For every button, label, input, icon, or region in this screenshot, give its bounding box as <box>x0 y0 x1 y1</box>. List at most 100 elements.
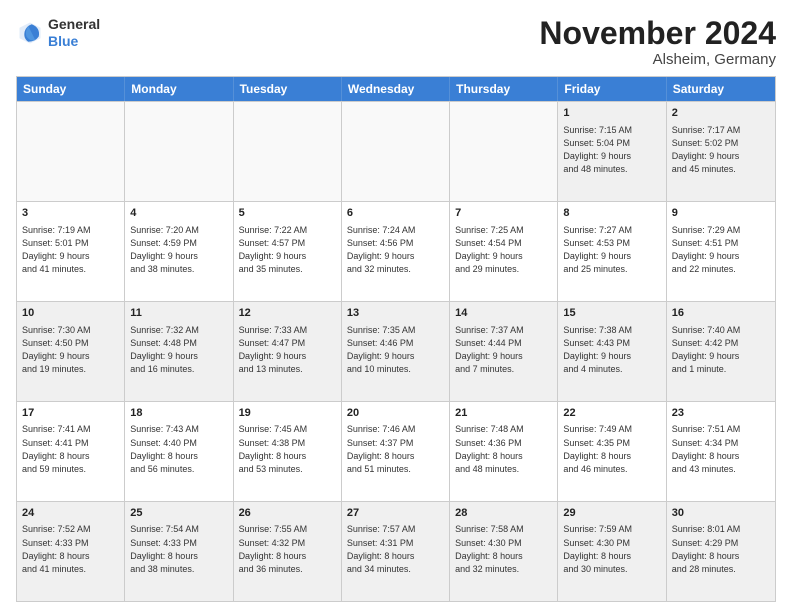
cell-detail: Sunrise: 7:32 AM Sunset: 4:48 PM Dayligh… <box>130 324 227 376</box>
day-number: 29 <box>563 506 660 521</box>
day-number: 9 <box>672 206 770 221</box>
cal-cell-r0-c6: 2 Sunrise: 7:17 AM Sunset: 5:02 PM Daylig… <box>667 102 775 201</box>
cell-detail: Sunrise: 7:51 AM Sunset: 4:34 PM Dayligh… <box>672 423 770 475</box>
cell-detail: Sunrise: 7:29 AM Sunset: 4:51 PM Dayligh… <box>672 224 770 276</box>
cal-cell-r1-c1: 4 Sunrise: 7:20 AM Sunset: 4:59 PM Daylig… <box>125 202 233 301</box>
cal-cell-r3-c2: 19Sunrise: 7:45 AM Sunset: 4:38 PM Dayli… <box>234 402 342 501</box>
header-friday: Friday <box>558 77 666 101</box>
cal-cell-r3-c4: 21 Sunrise: 7:48 AM Sunset: 4:36 PM Dayli… <box>450 402 558 501</box>
cell-detail: Sunrise: 7:35 AM Sunset: 4:46 PM Dayligh… <box>347 324 444 376</box>
day-number: 22 <box>563 406 660 421</box>
cal-cell-r2-c5: 15 Sunrise: 7:38 AM Sunset: 4:43 PM Dayli… <box>558 302 666 401</box>
cal-cell-r4-c0: 24 Sunrise: 7:52 AM Sunset: 4:33 PM Dayli… <box>17 502 125 601</box>
header-saturday: Saturday <box>667 77 775 101</box>
cell-detail: Sunrise: 7:22 AM Sunset: 4:57 PM Dayligh… <box>239 224 336 276</box>
cal-cell-r0-c1 <box>125 102 233 201</box>
logo-text: General Blue <box>48 16 100 50</box>
calendar-row-4: 24 Sunrise: 7:52 AM Sunset: 4:33 PM Dayli… <box>17 501 775 601</box>
header-monday: Monday <box>125 77 233 101</box>
day-number: 21 <box>455 406 552 421</box>
calendar: Sunday Monday Tuesday Wednesday Thursday… <box>16 76 776 602</box>
cal-cell-r0-c0 <box>17 102 125 201</box>
day-number: 5 <box>239 206 336 221</box>
header-thursday: Thursday <box>450 77 558 101</box>
cell-detail: Sunrise: 7:15 AM Sunset: 5:04 PM Dayligh… <box>563 124 660 176</box>
cal-cell-r1-c6: 9 Sunrise: 7:29 AM Sunset: 4:51 PM Daylig… <box>667 202 775 301</box>
cell-detail: Sunrise: 7:33 AM Sunset: 4:47 PM Dayligh… <box>239 324 336 376</box>
title-block: November 2024 Alsheim, Germany <box>539 16 776 68</box>
cell-detail: Sunrise: 7:48 AM Sunset: 4:36 PM Dayligh… <box>455 423 552 475</box>
logo-general: General <box>48 16 100 32</box>
day-number: 24 <box>22 506 119 521</box>
page: General Blue November 2024 Alsheim, Germ… <box>0 0 792 612</box>
cal-cell-r2-c0: 10 Sunrise: 7:30 AM Sunset: 4:50 PM Dayli… <box>17 302 125 401</box>
day-number: 4 <box>130 206 227 221</box>
day-number: 28 <box>455 506 552 521</box>
cal-cell-r1-c0: 3 Sunrise: 7:19 AM Sunset: 5:01 PM Daylig… <box>17 202 125 301</box>
calendar-body: 1Sunrise: 7:15 AM Sunset: 5:04 PM Daylig… <box>17 101 775 601</box>
day-number: 30 <box>672 506 770 521</box>
cal-cell-r2-c6: 16Sunrise: 7:40 AM Sunset: 4:42 PM Dayli… <box>667 302 775 401</box>
cal-cell-r1-c4: 7Sunrise: 7:25 AM Sunset: 4:54 PM Daylig… <box>450 202 558 301</box>
cell-detail: Sunrise: 7:58 AM Sunset: 4:30 PM Dayligh… <box>455 523 552 575</box>
day-number: 27 <box>347 506 444 521</box>
day-number: 20 <box>347 406 444 421</box>
cell-detail: Sunrise: 8:01 AM Sunset: 4:29 PM Dayligh… <box>672 523 770 575</box>
cell-detail: Sunrise: 7:54 AM Sunset: 4:33 PM Dayligh… <box>130 523 227 575</box>
cell-detail: Sunrise: 7:24 AM Sunset: 4:56 PM Dayligh… <box>347 224 444 276</box>
cell-detail: Sunrise: 7:17 AM Sunset: 5:02 PM Dayligh… <box>672 124 770 176</box>
cell-detail: Sunrise: 7:52 AM Sunset: 4:33 PM Dayligh… <box>22 523 119 575</box>
calendar-header: Sunday Monday Tuesday Wednesday Thursday… <box>17 77 775 101</box>
logo: General Blue <box>16 16 100 50</box>
cal-cell-r0-c2 <box>234 102 342 201</box>
day-number: 7 <box>455 206 552 221</box>
day-number: 12 <box>239 306 336 321</box>
day-number: 6 <box>347 206 444 221</box>
header-tuesday: Tuesday <box>234 77 342 101</box>
cal-cell-r4-c6: 30 Sunrise: 8:01 AM Sunset: 4:29 PM Dayli… <box>667 502 775 601</box>
calendar-row-0: 1Sunrise: 7:15 AM Sunset: 5:04 PM Daylig… <box>17 101 775 201</box>
day-number: 3 <box>22 206 119 221</box>
cal-cell-r3-c1: 18Sunrise: 7:43 AM Sunset: 4:40 PM Dayli… <box>125 402 233 501</box>
logo-blue: Blue <box>48 33 78 49</box>
day-number: 18 <box>130 406 227 421</box>
day-number: 25 <box>130 506 227 521</box>
cell-detail: Sunrise: 7:30 AM Sunset: 4:50 PM Dayligh… <box>22 324 119 376</box>
cal-cell-r4-c1: 25 Sunrise: 7:54 AM Sunset: 4:33 PM Dayli… <box>125 502 233 601</box>
day-number: 14 <box>455 306 552 321</box>
cell-detail: Sunrise: 7:27 AM Sunset: 4:53 PM Dayligh… <box>563 224 660 276</box>
location: Alsheim, Germany <box>539 51 776 68</box>
cell-detail: Sunrise: 7:57 AM Sunset: 4:31 PM Dayligh… <box>347 523 444 575</box>
cal-cell-r1-c2: 5 Sunrise: 7:22 AM Sunset: 4:57 PM Daylig… <box>234 202 342 301</box>
day-number: 17 <box>22 406 119 421</box>
cell-detail: Sunrise: 7:19 AM Sunset: 5:01 PM Dayligh… <box>22 224 119 276</box>
cal-cell-r3-c5: 22 Sunrise: 7:49 AM Sunset: 4:35 PM Dayli… <box>558 402 666 501</box>
cell-detail: Sunrise: 7:46 AM Sunset: 4:37 PM Dayligh… <box>347 423 444 475</box>
cell-detail: Sunrise: 7:38 AM Sunset: 4:43 PM Dayligh… <box>563 324 660 376</box>
cell-detail: Sunrise: 7:59 AM Sunset: 4:30 PM Dayligh… <box>563 523 660 575</box>
cell-detail: Sunrise: 7:40 AM Sunset: 4:42 PM Dayligh… <box>672 324 770 376</box>
cal-cell-r4-c2: 26Sunrise: 7:55 AM Sunset: 4:32 PM Dayli… <box>234 502 342 601</box>
cell-detail: Sunrise: 7:20 AM Sunset: 4:59 PM Dayligh… <box>130 224 227 276</box>
cal-cell-r1-c3: 6 Sunrise: 7:24 AM Sunset: 4:56 PM Daylig… <box>342 202 450 301</box>
cal-cell-r4-c5: 29 Sunrise: 7:59 AM Sunset: 4:30 PM Dayli… <box>558 502 666 601</box>
cell-detail: Sunrise: 7:49 AM Sunset: 4:35 PM Dayligh… <box>563 423 660 475</box>
calendar-row-2: 10 Sunrise: 7:30 AM Sunset: 4:50 PM Dayli… <box>17 301 775 401</box>
cal-cell-r1-c5: 8Sunrise: 7:27 AM Sunset: 4:53 PM Daylig… <box>558 202 666 301</box>
header: General Blue November 2024 Alsheim, Germ… <box>16 16 776 68</box>
day-number: 23 <box>672 406 770 421</box>
day-number: 19 <box>239 406 336 421</box>
cal-cell-r3-c3: 20 Sunrise: 7:46 AM Sunset: 4:37 PM Dayli… <box>342 402 450 501</box>
day-number: 15 <box>563 306 660 321</box>
day-number: 10 <box>22 306 119 321</box>
cal-cell-r0-c4 <box>450 102 558 201</box>
cal-cell-r3-c0: 17Sunrise: 7:41 AM Sunset: 4:41 PM Dayli… <box>17 402 125 501</box>
day-number: 2 <box>672 106 770 121</box>
cal-cell-r2-c4: 14 Sunrise: 7:37 AM Sunset: 4:44 PM Dayli… <box>450 302 558 401</box>
cal-cell-r2-c2: 12 Sunrise: 7:33 AM Sunset: 4:47 PM Dayli… <box>234 302 342 401</box>
day-number: 26 <box>239 506 336 521</box>
cell-detail: Sunrise: 7:37 AM Sunset: 4:44 PM Dayligh… <box>455 324 552 376</box>
header-wednesday: Wednesday <box>342 77 450 101</box>
cal-cell-r0-c5: 1Sunrise: 7:15 AM Sunset: 5:04 PM Daylig… <box>558 102 666 201</box>
calendar-row-3: 17Sunrise: 7:41 AM Sunset: 4:41 PM Dayli… <box>17 401 775 501</box>
